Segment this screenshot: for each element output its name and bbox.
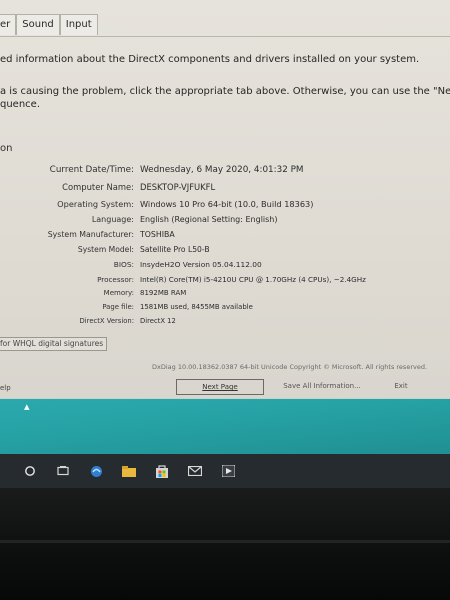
info-label: BIOS: xyxy=(113,260,134,269)
desktop-background xyxy=(0,398,450,455)
edge-icon[interactable] xyxy=(88,464,104,478)
info-row-directx: DirectX Version: DirectX 12 xyxy=(0,317,450,331)
hint-text-line1: a is causing the problem, click the appr… xyxy=(0,86,450,97)
whql-check-checkbox[interactable]: for WHQL digital signatures xyxy=(0,337,108,351)
info-row-computer-name: Computer Name: DESKTOP-VJFUKFL xyxy=(0,182,450,196)
dxdiag-window: er Sound Input ed information about the … xyxy=(0,0,450,508)
info-value: InsydeH2O Version 05.04.112.00 xyxy=(140,260,262,269)
info-label: Processor: xyxy=(97,275,134,284)
task-view-icon[interactable] xyxy=(55,464,71,478)
info-value: DESKTOP-VJFUKFL xyxy=(140,182,216,192)
info-value: TOSHIBA xyxy=(140,230,175,239)
save-all-information-button[interactable]: Save All Information... xyxy=(270,379,374,393)
tab-bar: er Sound Input xyxy=(0,14,98,36)
info-value: Windows 10 Pro 64-bit (10.0, Build 18363… xyxy=(140,199,314,209)
info-value: 1581MB used, 8455MB available xyxy=(140,303,253,311)
laptop-hinge xyxy=(0,540,450,543)
search-circle-icon[interactable] xyxy=(22,464,38,478)
info-label: Page file: xyxy=(102,303,134,311)
info-label: Current Date/Time: xyxy=(49,165,134,175)
intro-text: ed information about the DirectX compone… xyxy=(0,54,420,65)
info-row-memory: Memory: 8192MB RAM xyxy=(0,289,450,303)
media-icon[interactable] xyxy=(220,464,236,478)
info-label: System Model: xyxy=(77,245,134,254)
tab-sound[interactable]: Sound xyxy=(16,14,60,35)
info-label: Computer Name: xyxy=(62,182,134,192)
info-row-language: Language: English (Regional Setting: Eng… xyxy=(0,215,450,229)
info-value: Satellite Pro L50-B xyxy=(140,245,210,254)
tab-display[interactable]: er xyxy=(0,14,17,35)
next-page-button[interactable]: Next Page xyxy=(176,379,264,395)
info-label: Memory: xyxy=(103,289,134,297)
info-row-datetime: Current Date/Time: Wednesday, 6 May 2020… xyxy=(0,165,450,179)
info-label: DirectX Version: xyxy=(79,317,134,325)
hint-text-line2: quence. xyxy=(0,99,41,110)
tab-input[interactable]: Input xyxy=(59,14,98,35)
info-row-page-file: Page file: 1581MB used, 8455MB available xyxy=(0,303,450,317)
mail-icon[interactable] xyxy=(187,464,203,478)
next-page-label: Next Page xyxy=(202,383,238,391)
info-row-manufacturer: System Manufacturer: TOSHIBA xyxy=(0,230,450,244)
info-row-model: System Model: Satellite Pro L50-B xyxy=(0,245,450,259)
file-explorer-icon[interactable] xyxy=(121,464,137,478)
laptop-bezel xyxy=(0,488,450,600)
tab-divider xyxy=(0,36,450,37)
info-value: DirectX 12 xyxy=(140,317,176,325)
info-value: Wednesday, 6 May 2020, 4:01:32 PM xyxy=(140,165,304,175)
info-label: Language: xyxy=(91,215,134,224)
help-button[interactable]: elp xyxy=(0,384,11,392)
taskbar xyxy=(0,454,450,488)
info-row-processor: Processor: Intel(R) Core(TM) i5-4210U CP… xyxy=(0,275,450,289)
info-row-bios: BIOS: InsydeH2O Version 05.04.112.00 xyxy=(0,260,450,274)
mouse-cursor-icon: ▴ xyxy=(24,400,30,413)
info-label: System Manufacturer: xyxy=(47,230,134,239)
version-copyright-text: DxDiag 10.00.18362.0387 64-bit Unicode C… xyxy=(152,363,428,371)
info-label: Operating System: xyxy=(57,199,134,209)
store-icon[interactable] xyxy=(154,464,170,478)
info-value: English (Regional Setting: English) xyxy=(140,215,278,224)
info-value: Intel(R) Core(TM) i5-4210U CPU @ 1.70GHz… xyxy=(140,275,366,284)
system-info-group-label: on xyxy=(0,143,13,154)
info-row-os: Operating System: Windows 10 Pro 64-bit … xyxy=(0,199,450,213)
exit-button[interactable]: Exit xyxy=(386,379,416,393)
info-value: 8192MB RAM xyxy=(140,289,187,297)
